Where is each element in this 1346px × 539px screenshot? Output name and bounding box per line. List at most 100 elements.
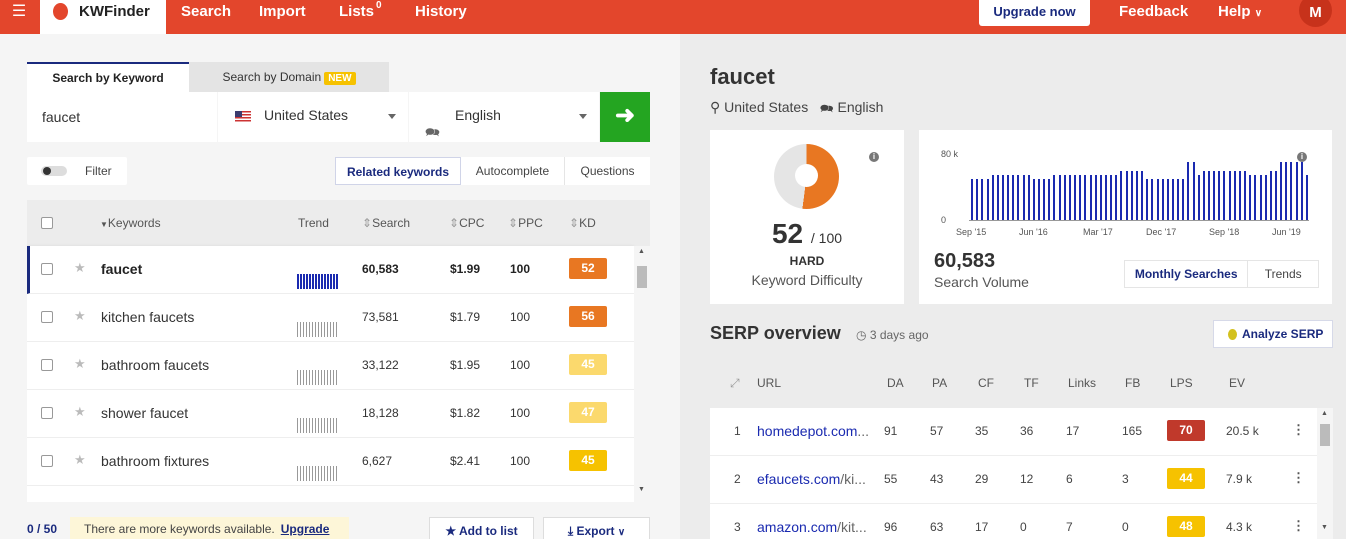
- search-go-button[interactable]: ➜: [600, 92, 650, 142]
- chart-bar[interactable]: [1223, 171, 1226, 220]
- chart-bar[interactable]: [1141, 171, 1143, 220]
- chart-bar[interactable]: [976, 179, 979, 220]
- row-checkbox[interactable]: [41, 263, 53, 275]
- keyword-name[interactable]: bathroom faucets: [101, 357, 209, 373]
- hamburger-icon[interactable]: ☰: [0, 0, 38, 34]
- scrollbar-thumb[interactable]: [1320, 424, 1330, 446]
- serp-row[interactable]: 2 efaucets.com/ki... 55 43 29 12 6 3 44 7.9 k ⋮: [710, 456, 1317, 504]
- chart-bar[interactable]: [1269, 171, 1272, 220]
- chart-bar[interactable]: [1218, 171, 1221, 220]
- chart-bar[interactable]: [1171, 179, 1174, 220]
- select-all-checkbox[interactable]: [41, 217, 53, 229]
- chart-bar[interactable]: [1187, 162, 1190, 220]
- chart-bar[interactable]: [1249, 175, 1252, 220]
- nav-import[interactable]: Import: [259, 3, 306, 20]
- serp-url-link[interactable]: homedepot.com...: [757, 423, 872, 439]
- star-icon[interactable]: ★: [74, 452, 86, 468]
- filter-toggle[interactable]: Filter: [27, 157, 127, 185]
- chart-bar[interactable]: [1254, 175, 1257, 220]
- chart-bar[interactable]: [971, 179, 973, 220]
- chart-bar[interactable]: [996, 175, 999, 220]
- scroll-up-icon[interactable]: ▲: [1321, 410, 1328, 417]
- serp-row[interactable]: 1 homedepot.com... 91 57 35 36 17 165 70 20.5 k ⋮: [710, 408, 1317, 456]
- more-options-icon[interactable]: ⋮: [1292, 518, 1305, 534]
- chart-bar[interactable]: [1038, 179, 1040, 220]
- chart-bar[interactable]: [1192, 162, 1195, 220]
- chart-bar[interactable]: [1094, 175, 1097, 220]
- col-ppc[interactable]: ⇕PPC: [508, 216, 543, 230]
- more-options-icon[interactable]: ⋮: [1292, 422, 1305, 438]
- chart-bar[interactable]: [1233, 171, 1236, 220]
- chart-bar[interactable]: [1074, 175, 1076, 220]
- col-search[interactable]: ⇕Search: [362, 216, 410, 230]
- expand-icon[interactable]: ⤢: [730, 376, 740, 391]
- chart-bar[interactable]: [981, 179, 984, 220]
- col-kd[interactable]: ⇕KD: [569, 216, 596, 230]
- chart-bar[interactable]: [1058, 175, 1061, 220]
- col-keywords[interactable]: ▼Keywords: [100, 216, 161, 230]
- chart-bar[interactable]: [1048, 179, 1051, 220]
- row-checkbox[interactable]: [41, 311, 53, 323]
- chart-bar[interactable]: [1238, 171, 1241, 220]
- chart-bar[interactable]: [1120, 171, 1123, 220]
- chart-bar[interactable]: [1177, 179, 1180, 220]
- chart-bar[interactable]: [1001, 175, 1004, 220]
- chart-bar[interactable]: [1146, 179, 1149, 220]
- table-row[interactable]: ★ kitchen faucets 73,581 $1.79 100 56: [27, 294, 634, 342]
- chart-bar[interactable]: [1228, 171, 1231, 220]
- info-icon[interactable]: i: [869, 152, 879, 162]
- chart-bar[interactable]: [1197, 175, 1200, 220]
- chart-bar[interactable]: [1182, 179, 1185, 220]
- scroll-up-icon[interactable]: ▲: [638, 248, 645, 255]
- chart-bar[interactable]: [1063, 175, 1066, 220]
- chart-bar[interactable]: [991, 175, 994, 220]
- tab-monthly-searches[interactable]: Monthly Searches: [1125, 261, 1249, 287]
- tab-questions[interactable]: Questions: [565, 157, 650, 185]
- language-select[interactable]: 🗪 English: [409, 92, 599, 142]
- chart-bar[interactable]: [1161, 179, 1164, 220]
- tab-search-by-keyword[interactable]: Search by Keyword: [27, 62, 189, 92]
- export-button[interactable]: ⤓ Export ∨: [543, 517, 650, 539]
- chart-bar[interactable]: [1259, 175, 1262, 220]
- chart-bar[interactable]: [1099, 175, 1102, 220]
- chart-bar[interactable]: [1110, 175, 1113, 220]
- table-row[interactable]: ★ bathroom fixtures 6,627 $2.41 100 45: [27, 438, 634, 486]
- row-checkbox[interactable]: [41, 407, 53, 419]
- tab-related-keywords[interactable]: Related keywords: [335, 157, 461, 185]
- user-avatar[interactable]: M: [1299, 0, 1332, 27]
- upgrade-now-button[interactable]: Upgrade now: [979, 0, 1090, 26]
- serp-url-link[interactable]: amazon.com/kit...: [757, 519, 872, 535]
- star-icon[interactable]: ★: [74, 308, 86, 324]
- tab-trends[interactable]: Trends: [1248, 261, 1318, 287]
- chart-bar[interactable]: [1166, 179, 1169, 220]
- chart-bar[interactable]: [1079, 175, 1082, 220]
- chart-bar[interactable]: [1068, 175, 1071, 220]
- more-options-icon[interactable]: ⋮: [1292, 470, 1305, 486]
- country-select[interactable]: United States: [218, 92, 408, 142]
- chart-bar[interactable]: [1244, 171, 1246, 220]
- chart-bar[interactable]: [1295, 162, 1298, 220]
- star-icon[interactable]: ★: [74, 356, 86, 372]
- feedback-link[interactable]: Feedback: [1119, 3, 1188, 20]
- chart-bar[interactable]: [1012, 175, 1015, 220]
- scroll-down-icon[interactable]: ▼: [638, 486, 645, 493]
- chart-bar[interactable]: [1017, 175, 1020, 220]
- scroll-down-icon[interactable]: ▼: [1321, 524, 1328, 531]
- chart-bar[interactable]: [1280, 162, 1283, 220]
- chart-bar[interactable]: [1084, 175, 1087, 220]
- app-logo[interactable]: KWFinder: [40, 0, 166, 34]
- chart-bar[interactable]: [1264, 175, 1267, 220]
- table-row[interactable]: ★ bathroom faucets 33,122 $1.95 100 45: [27, 342, 634, 390]
- chart-bar[interactable]: [1202, 171, 1205, 220]
- chart-bar[interactable]: [1274, 171, 1277, 220]
- chart-bar[interactable]: [1032, 179, 1035, 220]
- tab-autocomplete[interactable]: Autocomplete: [461, 157, 565, 185]
- keyword-name[interactable]: shower faucet: [101, 405, 188, 421]
- chart-bar[interactable]: [1125, 171, 1128, 220]
- chart-bar[interactable]: [1305, 175, 1308, 220]
- row-checkbox[interactable]: [41, 455, 53, 467]
- nav-lists[interactable]: Lists 0: [339, 0, 382, 20]
- chart-bar[interactable]: [1043, 179, 1046, 220]
- info-icon[interactable]: i: [1297, 152, 1307, 162]
- chart-bar[interactable]: [1027, 175, 1030, 220]
